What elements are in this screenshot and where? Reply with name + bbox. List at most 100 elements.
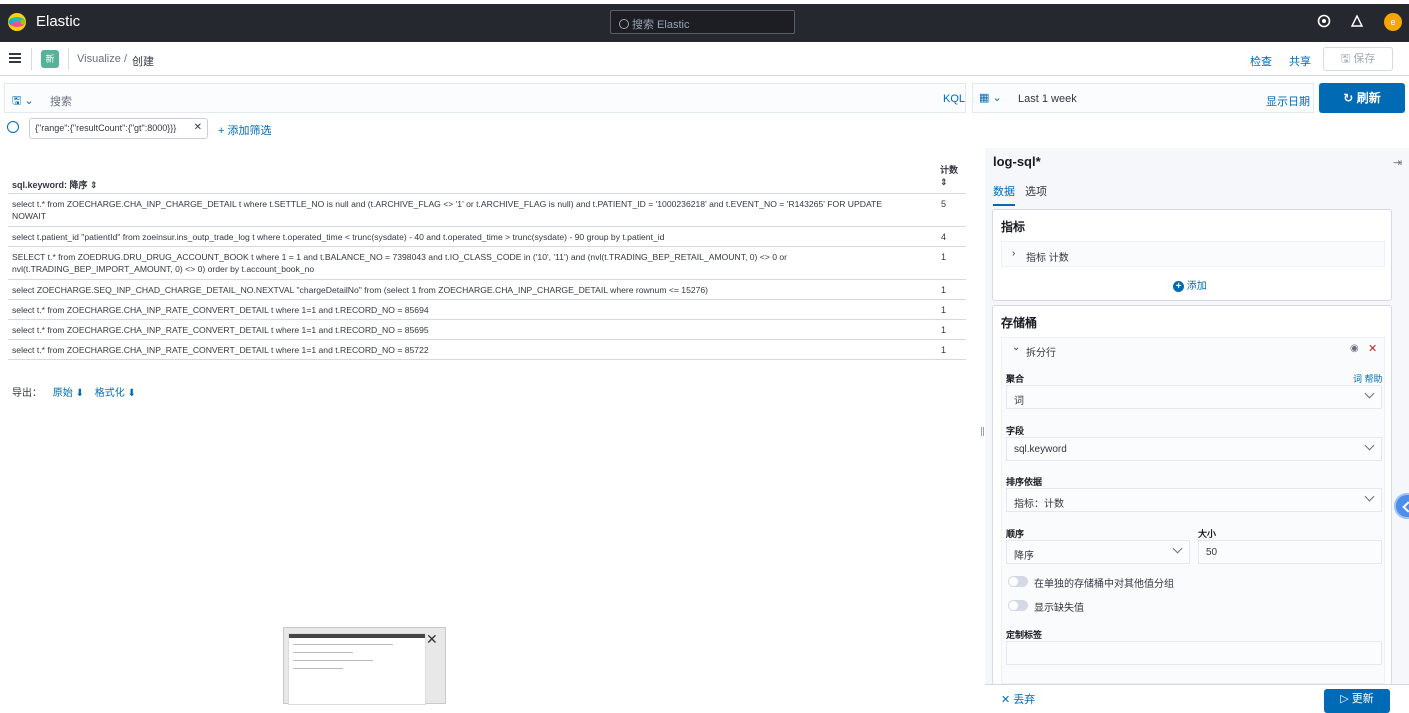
cell-query: select t.patient_id "patientId" from zoe… (12, 232, 665, 242)
aggregation-help-link[interactable]: 词 帮助 (1353, 372, 1383, 385)
field-label: 字段 (1006, 426, 1025, 436)
calendar-icon[interactable]: ▦ ⌄ (979, 91, 1002, 104)
bucket-item-label[interactable]: 拆分行 (1026, 344, 1056, 359)
search-placeholder: 搜索 (50, 96, 72, 108)
filter-pill-text: {"range":{"resultCount":{"gt":8000}}} (35, 123, 177, 133)
sort-icon: ⇕ (940, 177, 948, 187)
chevron-down-icon (1364, 440, 1375, 451)
cell-count: 5 (941, 199, 947, 209)
size-input[interactable]: 50 (1198, 540, 1382, 564)
date-range[interactable]: Last 1 week (1018, 93, 1077, 105)
filter-pill[interactable]: {"range":{"resultCount":{"gt":8000}}} ✕ (29, 118, 208, 139)
filter-bar: {"range":{"resultCount":{"gt":8000}}} ✕ … (0, 118, 900, 140)
order-by-select[interactable]: 指标：计数 (1006, 488, 1382, 512)
field-select[interactable]: sql.keyword (1006, 437, 1382, 461)
editor-footer: ✕ 丢弃 ▷ 更新 (985, 684, 1409, 713)
export-label: 导出： (12, 388, 42, 399)
cell-query: select t.* from ZOECHARGE.CHA_INP_RATE_C… (12, 305, 429, 315)
size-value: 50 (1206, 547, 1218, 558)
add-filter-button[interactable]: + 添加筛选 (218, 122, 271, 138)
date-picker[interactable]: ▦ ⌄ Last 1 week 显示日期 (972, 83, 1314, 113)
collapse-panel-icon[interactable]: ⇥ (1393, 156, 1402, 169)
custom-label-input[interactable] (1006, 641, 1382, 665)
editor-panel: log-sql* ⇥ 数据 选项 指标 › 指标 计数 + 添加 存储桶 ⌄ 拆… (985, 148, 1409, 704)
close-icon[interactable]: ✕ (1368, 342, 1377, 355)
cell-query: select ZOECHARGE.SEQ_INP_CHAD_CHARGE_DET… (12, 285, 709, 295)
column-count-label: 计数 (940, 165, 959, 175)
chevron-down-icon (1364, 491, 1375, 502)
add-metric-label: 添加 (1186, 281, 1207, 292)
export-formatted-link[interactable]: 格式化 ⬇ (95, 388, 136, 399)
update-label: 更新 (1351, 693, 1374, 705)
export-raw-link[interactable]: 原始 ⬇ (53, 388, 84, 399)
eye-icon[interactable]: ◉ (1350, 343, 1359, 354)
refresh-label: 刷新 (1356, 91, 1381, 105)
size-label: 大小 (1198, 529, 1217, 539)
discard-button[interactable]: ✕ 丢弃 (1001, 691, 1035, 707)
tab-data[interactable]: 数据 (993, 183, 1015, 206)
brand-name[interactable]: Elastic (36, 13, 80, 30)
saved-queries-icon[interactable]: 🖫 ⌄ (12, 92, 34, 111)
close-icon[interactable]: ✕ (194, 122, 202, 133)
missing-bucket-toggle[interactable] (1008, 600, 1028, 611)
news-feed-icon[interactable] (1349, 14, 1365, 30)
discard-label: 丢弃 (1013, 694, 1036, 706)
kql-toggle[interactable]: KQL (943, 93, 965, 105)
divider (68, 48, 69, 70)
share-link[interactable]: 共享 (1289, 53, 1311, 69)
inspect-link[interactable]: 检查 (1250, 53, 1272, 69)
global-search-placeholder: 搜索 Elastic (632, 19, 690, 31)
cell-count: 1 (941, 285, 947, 295)
screenshot-thumbnail[interactable]: ✕ (283, 627, 446, 705)
resize-handle[interactable] (981, 427, 984, 436)
plus-icon: + (1173, 281, 1184, 292)
cell-query: select t.* from ZOECHARGE.CHA_INP_RATE_C… (12, 345, 429, 355)
metrics-heading: 指标 (1001, 220, 1026, 234)
column-header-count[interactable]: 计数 ⇕ (940, 164, 958, 188)
update-button[interactable]: ▷ 更新 (1324, 689, 1390, 713)
order-by-value: 指标：计数 (1014, 499, 1064, 510)
show-dates-link[interactable]: 显示日期 (1266, 93, 1310, 109)
cell-count: 4 (941, 232, 947, 242)
metric-item[interactable]: › 指标 计数 (1001, 241, 1385, 267)
thumbnail-line (293, 644, 393, 645)
buckets-heading: 存储桶 (1001, 316, 1038, 330)
other-bucket-toggle[interactable] (1008, 576, 1028, 587)
breadcrumb-visualize[interactable]: Visualize (77, 53, 121, 65)
table-row: select t.* from ZOECHARGE.CHA_INP_RATE_C… (8, 299, 966, 319)
search-input[interactable]: 🖫 ⌄ 搜索 KQL (4, 83, 966, 113)
chevron-down-icon (1172, 543, 1183, 554)
global-search-input[interactable]: 搜索 Elastic (610, 10, 795, 34)
cell-count: 1 (941, 345, 947, 355)
refresh-button[interactable]: ↻ 刷新 (1319, 83, 1405, 113)
table-row: select t.patient_id "patientId" from zoe… (8, 226, 966, 246)
divider (31, 48, 32, 70)
tab-options[interactable]: 选项 (1025, 183, 1047, 199)
missing-bucket-label: 显示缺失值 (1034, 603, 1084, 614)
filter-options-icon[interactable] (7, 121, 19, 133)
aggregation-label: 聚合 (1006, 374, 1025, 384)
menu-icon[interactable] (9, 53, 21, 63)
app-badge[interactable]: 新 (41, 50, 59, 68)
chevron-right-icon[interactable]: › (1012, 248, 1015, 259)
export-bar: 导出： 原始 ⬇ 格式化 ⬇ (12, 384, 136, 399)
table-row: select t.* from ZOECHARGE.CHA_INP_RATE_C… (8, 319, 966, 339)
help-icon[interactable] (1316, 14, 1332, 30)
thumbnail-preview (288, 633, 426, 705)
order-select[interactable]: 降序 (1006, 540, 1190, 564)
custom-label-label: 定制标签 (1006, 630, 1043, 640)
add-metric-button[interactable]: + 添加 (1173, 277, 1207, 292)
aggregation-select[interactable]: 词 (1006, 385, 1382, 409)
cell-count: 1 (941, 252, 947, 262)
elastic-logo-icon[interactable] (7, 12, 27, 32)
column-header-query[interactable]: sql.keyword: 降序 ⇕ (12, 178, 98, 191)
close-icon[interactable]: ✕ (426, 631, 438, 648)
chevron-down-icon[interactable]: ⌄ (1012, 342, 1020, 353)
download-icon: ⬇ (127, 388, 136, 399)
chevron-down-icon (1364, 388, 1375, 399)
refresh-icon: ↻ (1343, 91, 1354, 105)
user-avatar[interactable]: e (1384, 13, 1402, 31)
save-button[interactable]: 🖫 保存 (1323, 47, 1393, 71)
play-icon: ▷ (1340, 693, 1349, 705)
table-row: SELECT t.* from ZOEDRUG.DRU_DRUG_ACCOUNT… (8, 246, 966, 279)
